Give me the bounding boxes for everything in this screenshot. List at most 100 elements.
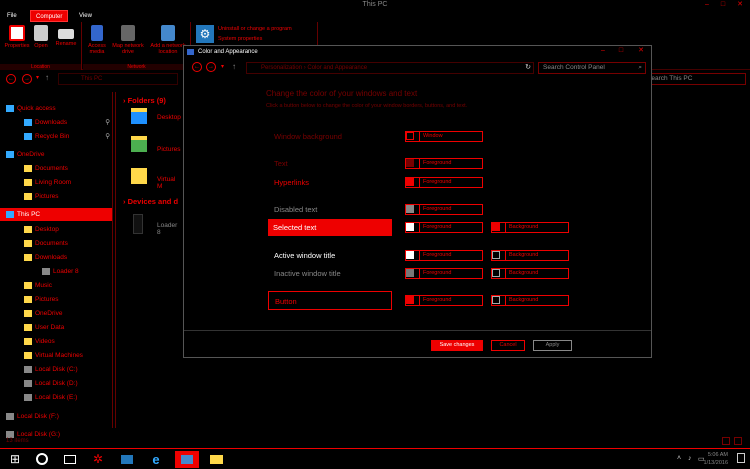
access-media-button[interactable]: Access media [85,25,109,55]
devices-section-header[interactable]: › Devices and d [123,197,178,206]
nav-item[interactable]: This PC [0,208,112,221]
nav-item[interactable]: Downloads [0,251,112,264]
nav-item[interactable]: Local Disk (E:) [0,391,112,404]
row-label-window-background: Window background [274,132,342,141]
folder-icon [24,253,32,261]
rename-icon [58,29,74,39]
mail-icon[interactable] [115,451,139,468]
inactive-title-fg-button[interactable]: Foreground [405,268,483,279]
tray-arrow-icon[interactable]: ˄ [677,455,681,462]
rename-button[interactable]: Rename [53,25,79,47]
nav-item[interactable]: Documents [0,237,112,250]
nav-item[interactable]: Local Disk (F:) [0,410,112,423]
back-button[interactable]: ← [6,74,16,84]
open-button[interactable]: Open [30,25,52,49]
nav-item-label: Music [35,282,52,289]
dialog-recent-dropdown-icon[interactable]: ▾ [221,63,224,70]
properties-button[interactable]: Properties [2,25,32,49]
dialog-back-button[interactable]: ← [192,62,202,72]
explorer-search-input[interactable]: Search This PC [640,73,746,85]
windows-start-icon[interactable]: ⊞ [3,451,27,468]
nav-item[interactable]: Pictures [0,190,112,203]
nav-item[interactable]: Pictures [0,293,112,306]
minimize-button[interactable]: – [700,0,714,10]
file-explorer-icon[interactable] [204,451,228,468]
close-button[interactable]: ✕ [733,0,747,10]
text-fg-button[interactable]: Foreground [405,158,483,169]
nav-item[interactable]: OneDrive [0,148,112,161]
clock[interactable]: 5:06 AM 1/13/2016 [704,451,728,467]
address-input[interactable]: This PC [58,73,178,85]
dialog-address-input[interactable]: Personalization › Color and Appearance ↻ [246,62,534,74]
hyperlinks-fg-button[interactable]: Foreground [405,177,483,188]
selected-text-bg-button[interactable]: Background [491,222,569,233]
nav-item[interactable]: Virtual Machines [0,349,112,362]
button-bg-button[interactable]: Background [491,295,569,306]
folder-icon [24,309,32,317]
cancel-button[interactable]: Cancel [491,340,525,351]
nav-item[interactable]: Local Disk (D:) [0,377,112,390]
action-center-icon[interactable] [737,453,745,463]
details-view-icon[interactable] [722,437,730,445]
volume-icon[interactable]: ♪ [688,455,692,462]
control-panel-search-input[interactable]: Search Control Panel ⌕ [538,62,646,74]
color-swatch [406,251,414,259]
nav-item[interactable]: Music [0,279,112,292]
active-title-fg-button[interactable]: Foreground [405,250,483,261]
tab-computer[interactable]: Computer [30,10,69,22]
dialog-up-arrow-icon[interactable]: ↑ [232,62,236,71]
tab-file[interactable]: File [2,10,22,22]
settings-gear-icon[interactable]: ⚙ [196,25,214,43]
up-arrow-icon[interactable]: ↑ [45,73,49,82]
inactive-title-bg-button[interactable]: Background [491,268,569,279]
explorer-title-bar: This PC – □ ✕ [0,0,750,10]
refresh-icon[interactable]: ↻ [525,63,531,73]
nav-item[interactable]: OneDrive [0,307,112,320]
nav-item-label: Pictures [35,193,59,200]
nav-item-label: Downloads [35,119,68,126]
dialog-title: Color and Appearance [184,46,651,58]
forward-button[interactable]: → [22,74,32,84]
recent-dropdown-icon[interactable]: ▾ [36,74,39,81]
button-fg-button[interactable]: Foreground [405,295,483,306]
folder-icon [24,118,32,126]
disabled-text-fg-button[interactable]: Foreground [405,204,483,215]
nav-item[interactable]: Loader 8 [0,265,112,278]
window-background-fg-button[interactable]: Window [405,131,483,142]
nav-item[interactable]: Desktop [0,223,112,236]
control-panel-taskbar-icon[interactable] [175,451,199,468]
cortana-icon[interactable] [30,451,54,468]
nav-item[interactable]: Quick access [0,102,112,115]
dialog-minimize-button[interactable]: – [596,46,610,56]
tiles-view-icon[interactable] [734,437,742,445]
nav-item[interactable]: Documents [0,162,112,175]
color-swatch [406,205,414,213]
map-network-drive-button[interactable]: Map network drive [109,25,147,55]
tab-view[interactable]: View [74,10,97,22]
nav-item[interactable]: Recycle Bin ⚲ [0,130,112,143]
dialog-close-button[interactable]: ✕ [634,46,648,56]
system-properties-link[interactable]: System properties [218,36,262,42]
folders-section-header[interactable]: › Folders (9) [123,96,166,105]
maximize-button[interactable]: □ [716,0,730,10]
nav-item[interactable]: Downloads ⚲ [0,116,112,129]
apply-button[interactable]: Apply [533,340,572,351]
nav-item[interactable]: Local Disk (C:) [0,363,112,376]
app-icon[interactable]: ✲ [86,451,110,468]
nav-item-label: Local Disk (E:) [35,394,78,401]
save-changes-button[interactable]: Save changes [431,340,483,351]
folder-icon [6,150,14,158]
task-view-icon[interactable] [58,451,82,468]
nav-item[interactable]: Videos [0,335,112,348]
dialog-forward-button[interactable]: → [206,62,216,72]
selected-text-fg-button[interactable]: Foreground [405,222,483,233]
nav-item[interactable]: User Data [0,321,112,334]
folder-icon [24,323,32,331]
dialog-maximize-button[interactable]: □ [614,46,628,56]
nav-scrollbar[interactable] [112,92,116,428]
row-label-hyperlinks: Hyperlinks [274,178,310,187]
nav-item[interactable]: Living Room [0,176,112,189]
active-title-bg-button[interactable]: Background [491,250,569,261]
uninstall-program-link[interactable]: Uninstall or change a program [218,26,292,32]
edge-browser-icon[interactable]: e [144,451,168,468]
